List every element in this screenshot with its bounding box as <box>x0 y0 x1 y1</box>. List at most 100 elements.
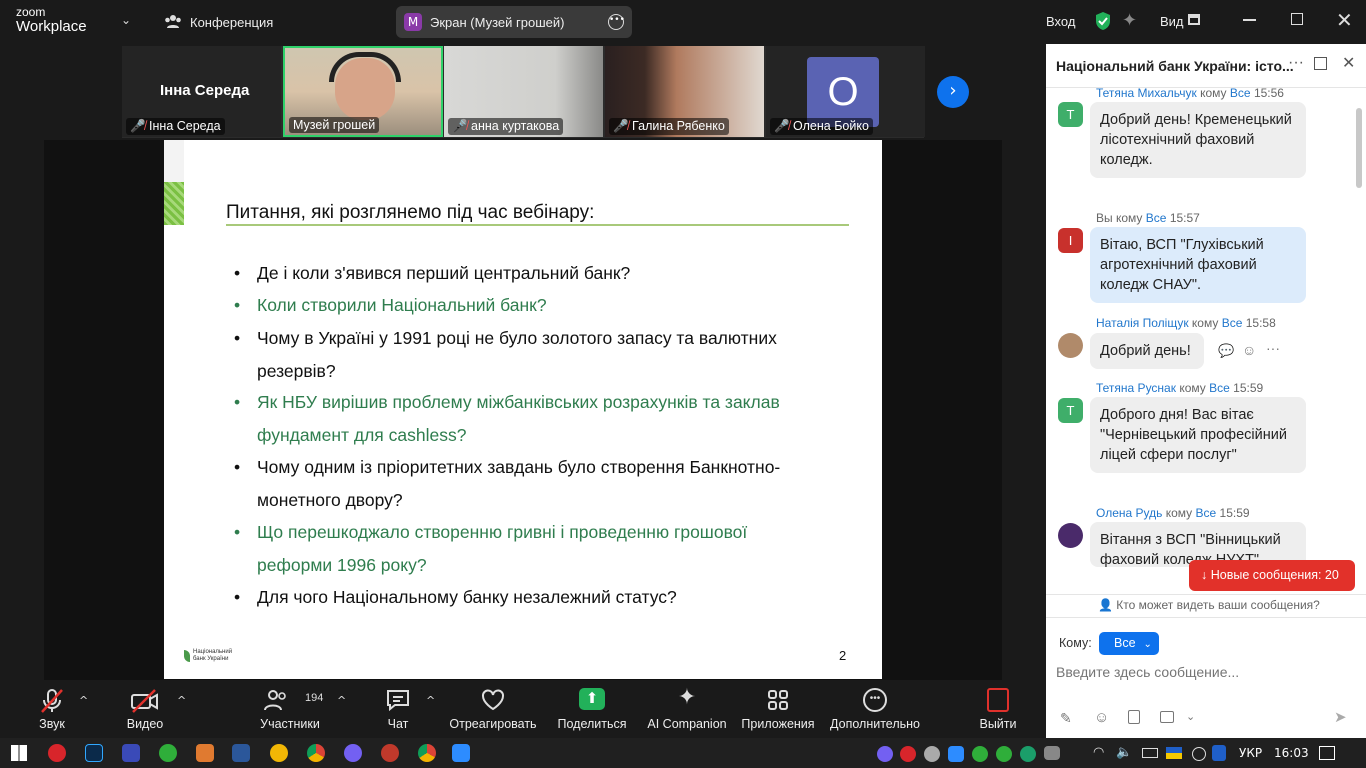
minimize-icon[interactable] <box>1243 19 1256 21</box>
participant-name: Музей грошей <box>289 117 380 133</box>
next-page-button[interactable]: › <box>937 76 969 108</box>
title-underline <box>226 224 849 226</box>
sparkle-icon[interactable]: ✦ <box>1122 10 1137 31</box>
chevron-right-icon: › <box>949 80 957 101</box>
app-icon[interactable] <box>196 744 214 762</box>
conference-label[interactable]: Конференция <box>190 15 273 30</box>
save-app-icon[interactable] <box>122 744 140 762</box>
slide-bullet: • Коли створили Національний банк? <box>234 295 547 315</box>
apps-button[interactable]: Приложения <box>740 680 816 738</box>
tray-icon[interactable] <box>948 746 964 762</box>
slide-bullet: • Чому одним із пріоритетних завдань було… <box>234 457 781 510</box>
language-indicator[interactable]: УКР <box>1239 746 1262 760</box>
emoji-icon[interactable]: ☺ <box>1094 709 1109 726</box>
tray-icon[interactable] <box>924 746 940 762</box>
chevron-up-icon[interactable]: ^ <box>426 694 435 707</box>
participant-tile[interactable]: О 🎤̸ Олена Бойко <box>766 46 925 137</box>
shield-icon[interactable] <box>1094 11 1112 35</box>
more-icon[interactable]: ••• <box>608 14 625 30</box>
person-icon: 👤 <box>1098 598 1117 612</box>
chevron-up-icon[interactable]: ^ <box>177 694 186 707</box>
more-icon[interactable]: ··· <box>1266 340 1280 356</box>
participant-tile[interactable]: 🎤̸ анна куртакова <box>444 46 603 137</box>
react-button[interactable]: Отреагировать <box>448 680 538 738</box>
scrollbar[interactable] <box>1356 108 1362 188</box>
maximize-icon[interactable] <box>1291 13 1303 25</box>
chevron-up-icon[interactable]: ^ <box>337 694 346 707</box>
slide-title: Питання, які розглянемо під час вебінару… <box>226 202 595 223</box>
zoom-icon[interactable] <box>452 744 470 762</box>
tray-icon[interactable] <box>1044 746 1060 760</box>
format-icon[interactable]: ✎ <box>1060 710 1072 727</box>
avatar: О <box>807 57 879 127</box>
message-bubble[interactable]: Добрий день! <box>1090 333 1204 369</box>
who-can-see-link[interactable]: 👤 Кто может видеть ваши сообщения? <box>1098 598 1320 612</box>
ai-companion-button[interactable]: ✦ AI Companion <box>645 680 729 738</box>
chevron-down-icon: ⌄ <box>1143 639 1152 650</box>
more-button[interactable]: ••• Дополнительно <box>830 680 920 738</box>
leave-button[interactable]: Выйти <box>977 680 1019 738</box>
audio-button[interactable]: Звук <box>22 680 82 738</box>
meeting-info-button[interactable] <box>164 13 182 33</box>
windows-start-icon[interactable] <box>11 745 27 761</box>
volume-icon[interactable]: 🔈 <box>1116 745 1132 760</box>
viber-icon[interactable] <box>344 744 362 762</box>
chrome-icon[interactable] <box>307 744 325 762</box>
opera-icon[interactable] <box>48 744 66 762</box>
clock-icon <box>1192 747 1206 761</box>
participant-tile[interactable]: Інна Середа 🎤̸ Інна Середа <box>122 46 281 137</box>
share-screen-icon: ⬆ <box>579 688 605 710</box>
view-button[interactable]: Вид <box>1160 14 1184 29</box>
screenshot-icon[interactable] <box>1160 711 1174 723</box>
file-icon[interactable] <box>1128 710 1140 724</box>
close-icon[interactable]: ✕ <box>1336 8 1353 32</box>
chevron-up-icon[interactable]: ^ <box>79 694 88 707</box>
word-icon[interactable] <box>232 744 250 762</box>
utorrent-icon[interactable] <box>159 744 177 762</box>
photoshop-icon[interactable] <box>85 744 103 762</box>
send-icon[interactable]: ➤ <box>1334 708 1347 726</box>
share-button[interactable]: ⬆ Поделиться <box>556 680 628 738</box>
popout-icon[interactable] <box>1314 57 1327 70</box>
new-messages-button[interactable]: ↓ Новые сообщения: 20 <box>1189 560 1355 591</box>
chevron-down-icon[interactable]: ⌄ <box>1186 710 1195 723</box>
screen-share-indicator[interactable]: M Экран (Музей грошей) ••• <box>396 6 632 38</box>
arrow-down-icon: ↓ <box>1201 568 1211 582</box>
recipient-select[interactable]: Все ⌄ <box>1099 632 1159 655</box>
app-icon[interactable] <box>270 744 288 762</box>
message-header: Олена Рудь кому Все 15:59 <box>1096 506 1250 520</box>
tray-icon[interactable] <box>877 746 893 762</box>
message-bubble[interactable]: Доброго дня! Вас вітає "Чернівецький про… <box>1090 397 1306 473</box>
battery-icon[interactable] <box>1142 748 1158 758</box>
participants-button[interactable]: 194 Участники <box>255 680 325 738</box>
mic-muted-icon: 🎤̸ <box>130 119 150 133</box>
tray-icon[interactable] <box>900 746 916 762</box>
video-button[interactable]: Видео <box>115 680 175 738</box>
headphones-icon <box>329 52 401 82</box>
wifi-icon[interactable]: ◠ <box>1093 745 1104 760</box>
chrome-icon[interactable] <box>418 744 436 762</box>
chat-label: Чат <box>387 717 409 731</box>
signin-button[interactable]: Вход <box>1046 14 1075 29</box>
shield-icon[interactable] <box>1212 745 1226 761</box>
tray-icon[interactable] <box>1020 746 1036 762</box>
notification-icon[interactable] <box>1319 746 1335 760</box>
close-icon[interactable]: ✕ <box>1342 53 1355 73</box>
message-bubble[interactable]: Вітаю, ВСП "Глухівський агротехнічний фа… <box>1090 227 1306 303</box>
message-header: Тетяна Руснак кому Все 15:59 <box>1096 381 1264 395</box>
clock[interactable]: 16:03 <box>1274 746 1309 760</box>
message-bubble[interactable]: Добрий день! Кременецький лісотехнічний … <box>1090 102 1306 178</box>
reply-icon[interactable]: 💬 <box>1218 343 1234 359</box>
message-input[interactable] <box>1056 660 1356 684</box>
chat-button[interactable]: Чат <box>378 680 418 738</box>
more-icon[interactable]: ··· <box>1288 54 1304 72</box>
app-icon[interactable] <box>381 744 399 762</box>
participant-tile[interactable]: 🎤̸ Галина Рябенко <box>605 46 764 137</box>
slide-bullet: • Чому в Україні у 1991 році не було золо… <box>234 328 777 381</box>
participant-tile-active[interactable]: Музей грошей <box>283 46 443 137</box>
tray-icon[interactable] <box>996 746 1012 762</box>
chevron-down-icon[interactable]: ⌄ <box>121 13 131 27</box>
tray-icon[interactable] <box>972 746 988 762</box>
emoji-icon[interactable]: ☺ <box>1242 342 1256 358</box>
nbu-logo-text: Національний банк України <box>193 649 233 662</box>
